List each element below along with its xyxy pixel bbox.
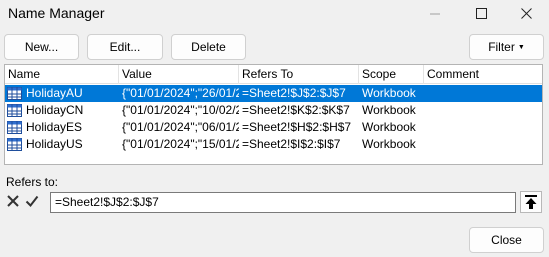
list-header: Name Value Refers To Scope Comment (5, 65, 542, 84)
collapse-dialog-button[interactable] (520, 191, 542, 213)
maximize-button[interactable] (458, 0, 504, 27)
filter-button[interactable]: Filter ▼ (469, 34, 544, 60)
column-header-comment[interactable]: Comment (424, 65, 542, 84)
refers-to-label: Refers to: (6, 175, 58, 189)
row-name: HolidayES (26, 120, 83, 134)
maximize-icon (475, 8, 487, 19)
up-arrow-icon (525, 195, 537, 209)
row-value: {"01/01/2024";"26/01/2... (122, 86, 239, 100)
refers-to-label-text: Refers to: (6, 175, 59, 189)
row-scope: Workbook (362, 86, 416, 100)
close-button[interactable]: Close (469, 227, 544, 253)
row-name: HolidayCN (26, 103, 84, 117)
refers-to-input[interactable]: =Sheet2!$J$2:$J$7 (50, 192, 516, 213)
window-title: Name Manager (8, 5, 105, 21)
row-scope: Workbook (362, 120, 416, 134)
row-comment (424, 85, 542, 102)
close-button-label: Close (491, 233, 522, 247)
confirm-edit-button[interactable] (24, 193, 40, 209)
close-window-button[interactable] (503, 0, 549, 27)
names-list[interactable]: Name Value Refers To Scope Comment Holid… (4, 64, 543, 165)
row-name: HolidayAU (26, 86, 83, 100)
delete-button-label: Delete (191, 40, 226, 54)
title-bar: Name Manager (0, 0, 549, 27)
row-name: HolidayUS (26, 137, 83, 151)
x-icon (7, 195, 19, 207)
edit-button[interactable]: Edit... (87, 34, 163, 60)
close-icon (520, 8, 532, 19)
row-comment (424, 102, 542, 119)
edit-button-label: Edit... (109, 40, 141, 54)
list-row-holidayus[interactable]: HolidayUS {"01/01/2024";"15/01/2... =She… (5, 136, 542, 153)
list-row-holidaycn[interactable]: HolidayCN {"01/01/2024";"10/02/2... =She… (5, 102, 542, 119)
minimize-icon (429, 13, 440, 15)
row-refers-to: =Sheet2!$H$2:$H$7 (242, 120, 352, 134)
row-value: {"01/01/2024";"06/01/2... (122, 120, 239, 134)
new-button-label: New... (24, 40, 59, 54)
check-icon (25, 195, 39, 208)
column-header-refers-to[interactable]: Refers To (239, 65, 359, 84)
column-header-name[interactable]: Name (5, 65, 119, 84)
row-value: {"01/01/2024";"15/01/2... (122, 137, 239, 151)
delete-button[interactable]: Delete (171, 34, 246, 60)
row-comment (424, 136, 542, 153)
row-refers-to: =Sheet2!$J$2:$J$7 (242, 86, 346, 100)
chevron-down-icon: ▼ (517, 43, 525, 51)
row-value: {"01/01/2024";"10/02/2... (122, 103, 239, 117)
list-row-holidayes[interactable]: HolidayES {"01/01/2024";"06/01/2... =She… (5, 119, 542, 136)
row-refers-to: =Sheet2!$K$2:$K$7 (242, 103, 350, 117)
row-scope: Workbook (362, 103, 416, 117)
row-comment (424, 119, 542, 136)
row-scope: Workbook (362, 137, 416, 151)
minimize-button[interactable] (412, 0, 458, 27)
column-header-value[interactable]: Value (119, 65, 239, 84)
column-header-scope[interactable]: Scope (359, 65, 424, 84)
cancel-edit-button[interactable] (5, 193, 21, 209)
new-button[interactable]: New... (4, 34, 79, 60)
filter-button-label: Filter (488, 40, 515, 54)
list-row-holidayau[interactable]: HolidayAU {"01/01/2024";"26/01/2... =She… (5, 85, 542, 102)
row-refers-to: =Sheet2!$I$2:$I$7 (242, 137, 341, 151)
